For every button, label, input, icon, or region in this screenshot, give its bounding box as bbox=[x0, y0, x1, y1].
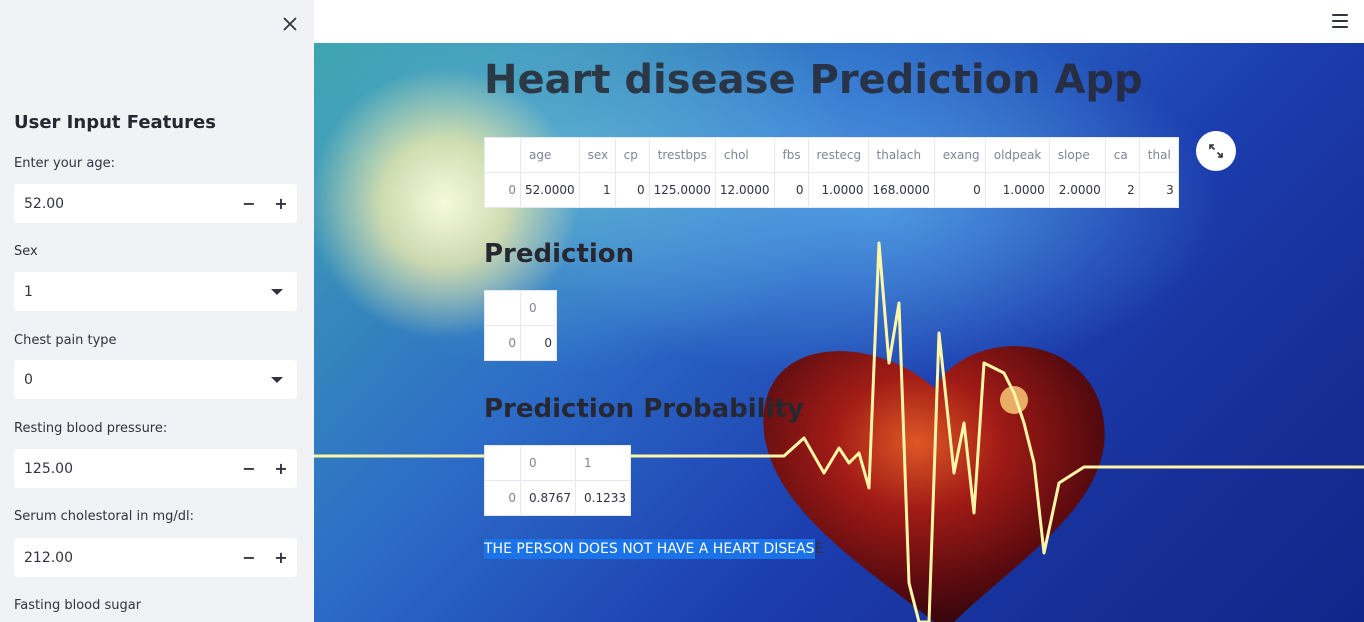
sidebar: User Input Features Enter your age: 52.0… bbox=[0, 0, 314, 622]
age-value[interactable]: 52.00 bbox=[14, 196, 233, 212]
column-header: sex bbox=[578, 137, 616, 173]
column-header: oldpeak bbox=[984, 137, 1050, 173]
column-header: thalach bbox=[867, 137, 935, 173]
column-header: 0 bbox=[520, 445, 576, 481]
prediction-heading: Prediction bbox=[484, 239, 635, 269]
page-title: Heart disease Prediction App bbox=[484, 57, 1143, 103]
blood-pressure-label: Resting blood pressure: bbox=[14, 421, 168, 436]
close-icon bbox=[283, 17, 297, 31]
input-features-table: age sex cp trestbps chol fbs restecg tha… bbox=[484, 137, 1179, 208]
table-cell: 168.0000 bbox=[867, 172, 935, 208]
table-row: 0 52.0000 1 0 125.0000 12.0000 0 1.0000 … bbox=[484, 172, 1179, 208]
fasting-blood-sugar-label: Fasting blood sugar bbox=[14, 598, 142, 613]
expand-icon bbox=[1209, 144, 1223, 158]
cholesterol-decrement-button[interactable]: − bbox=[233, 538, 265, 577]
column-header: ca bbox=[1104, 137, 1140, 173]
blood-pressure-decrement-button[interactable]: − bbox=[233, 449, 265, 488]
sex-value: 1 bbox=[24, 283, 33, 300]
row-index: 0 bbox=[484, 172, 521, 208]
blood-pressure-value[interactable]: 125.00 bbox=[14, 461, 233, 477]
chest-pain-value: 0 bbox=[24, 371, 33, 388]
selected-result-text: THE PERSON DOES NOT HAVE A HEART DISEAS bbox=[484, 539, 815, 559]
column-header: chol bbox=[714, 137, 775, 173]
table-cell: 3 bbox=[1138, 172, 1179, 208]
column-header: fbs bbox=[773, 137, 809, 173]
chest-pain-label: Chest pain type bbox=[14, 333, 117, 348]
table-cell: 0 bbox=[933, 172, 986, 208]
prediction-result-text: THE PERSON DOES NOT HAVE A HEART DISEASE bbox=[484, 539, 824, 559]
table-cell: 2 bbox=[1104, 172, 1140, 208]
age-decrement-button[interactable]: − bbox=[233, 184, 265, 223]
table-cell: 2.0000 bbox=[1048, 172, 1106, 208]
chest-pain-select[interactable]: 0 bbox=[14, 360, 297, 399]
column-header: cp bbox=[614, 137, 650, 173]
table-cell: 1.0000 bbox=[807, 172, 869, 208]
column-header bbox=[484, 290, 521, 326]
result-text-tail: E bbox=[814, 541, 824, 557]
probability-heading: Prediction Probability bbox=[484, 394, 804, 424]
blood-pressure-input[interactable]: 125.00 − + bbox=[14, 449, 297, 488]
table-cell: 0 bbox=[773, 172, 809, 208]
table-cell: 1 bbox=[578, 172, 616, 208]
column-header: trestbps bbox=[648, 137, 716, 173]
heart-background-image bbox=[314, 241, 1364, 622]
sidebar-title: User Input Features bbox=[14, 112, 216, 133]
column-header: 1 bbox=[575, 445, 631, 481]
table-cell: 12.0000 bbox=[714, 172, 775, 208]
table-row: 0 0 bbox=[484, 325, 557, 361]
hamburger-menu-icon[interactable] bbox=[1332, 14, 1348, 28]
table-cell: 125.0000 bbox=[648, 172, 716, 208]
table-header-row: age sex cp trestbps chol fbs restecg tha… bbox=[484, 137, 1179, 173]
chevron-down-icon bbox=[271, 288, 283, 295]
cholesterol-value[interactable]: 212.00 bbox=[14, 550, 233, 566]
prediction-table: 0 0 0 bbox=[484, 290, 557, 361]
age-label: Enter your age: bbox=[14, 156, 115, 171]
table-cell: 0 bbox=[614, 172, 650, 208]
table-header-row: 0 bbox=[484, 290, 557, 326]
chevron-down-icon bbox=[271, 376, 283, 383]
table-cell: 52.0000 bbox=[520, 172, 580, 208]
table-cell: 0 bbox=[520, 325, 557, 361]
table-cell: 0.8767 bbox=[520, 480, 576, 516]
probability-table: 0 1 0 0.8767 0.1233 bbox=[484, 445, 631, 516]
column-header: exang bbox=[933, 137, 986, 173]
blood-pressure-increment-button[interactable]: + bbox=[265, 449, 297, 488]
column-header: restecg bbox=[807, 137, 869, 173]
cholesterol-input[interactable]: 212.00 − + bbox=[14, 538, 297, 577]
column-header: slope bbox=[1048, 137, 1106, 173]
column-header bbox=[484, 445, 521, 481]
table-row: 0 0.8767 0.1233 bbox=[484, 480, 631, 516]
column-header: age bbox=[520, 137, 580, 173]
top-bar bbox=[314, 0, 1364, 43]
table-cell: 0.1233 bbox=[575, 480, 631, 516]
row-index: 0 bbox=[484, 480, 521, 516]
row-index: 0 bbox=[484, 325, 521, 361]
age-increment-button[interactable]: + bbox=[265, 184, 297, 223]
table-header-row: 0 1 bbox=[484, 445, 631, 481]
column-header bbox=[484, 137, 521, 173]
sex-select[interactable]: 1 bbox=[14, 272, 297, 311]
column-header: 0 bbox=[520, 290, 557, 326]
cholesterol-increment-button[interactable]: + bbox=[265, 538, 297, 577]
close-sidebar-button[interactable] bbox=[278, 12, 302, 36]
fullscreen-button[interactable] bbox=[1196, 131, 1236, 171]
sex-label: Sex bbox=[14, 244, 38, 259]
main-content: Heart disease Prediction App age sex cp … bbox=[314, 43, 1364, 622]
cholesterol-label: Serum cholestoral in mg/dl: bbox=[14, 509, 194, 524]
age-input[interactable]: 52.00 − + bbox=[14, 184, 297, 223]
column-header: thal bbox=[1138, 137, 1179, 173]
table-cell: 1.0000 bbox=[984, 172, 1050, 208]
